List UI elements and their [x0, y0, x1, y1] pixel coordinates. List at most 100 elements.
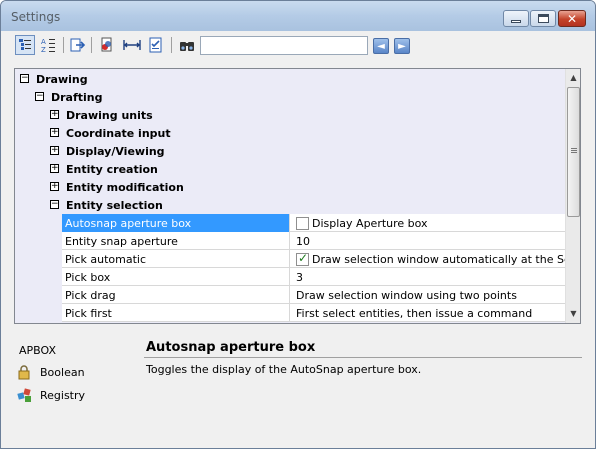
row-gutter	[15, 304, 62, 322]
variable-type-label: Boolean	[40, 365, 85, 379]
property-row-pick-box[interactable]: Pick box 3	[15, 268, 565, 286]
property-row-pick-automatic[interactable]: Pick automatic Draw selection window aut…	[15, 250, 565, 268]
expand-icon[interactable]: +	[50, 182, 59, 191]
row-gutter	[15, 268, 62, 286]
find-icon	[180, 42, 194, 51]
checklist-button[interactable]	[146, 35, 166, 55]
expand-icon[interactable]: +	[50, 128, 59, 137]
expand-icon[interactable]: +	[50, 164, 59, 173]
vertical-scrollbar[interactable]: ▲ ▼	[565, 69, 580, 323]
tree-group-entity-creation[interactable]: + Entity creation	[15, 160, 565, 178]
collapse-icon[interactable]: −	[20, 74, 29, 83]
tree-group-coordinate-input[interactable]: + Coordinate input	[15, 124, 565, 142]
next-result-button[interactable]: ►	[394, 38, 410, 54]
toolbar-separator	[63, 37, 64, 53]
close-icon: ✕	[566, 11, 578, 26]
categorized-view-button[interactable]	[15, 35, 35, 55]
row-gutter	[15, 232, 62, 250]
property-name[interactable]: Pick box	[62, 268, 290, 286]
maximize-icon	[537, 14, 549, 23]
tree-group-label: Entity creation	[66, 163, 158, 176]
window-title: Settings	[11, 10, 61, 24]
svg-text:Z: Z	[41, 46, 46, 53]
row-gutter	[15, 214, 62, 232]
search-input[interactable]	[200, 36, 368, 55]
tree-group-label: Drawing units	[66, 109, 153, 122]
expand-icon[interactable]: +	[50, 146, 59, 155]
svg-text:A: A	[41, 38, 46, 46]
color-icon	[101, 37, 112, 52]
tree-group-label: Entity modification	[66, 181, 184, 194]
color-button[interactable]	[97, 35, 117, 55]
arrow-right-icon: ►	[398, 40, 406, 52]
property-value[interactable]: First select entities, then issue a comm…	[291, 304, 565, 322]
row-gutter	[15, 286, 62, 304]
property-value-label: Draw selection window automatically at t…	[312, 253, 565, 266]
dimension-button[interactable]	[122, 35, 142, 55]
checkbox-checked-icon[interactable]	[296, 251, 309, 266]
scrollbar-thumb[interactable]	[567, 87, 580, 217]
expand-icon[interactable]: +	[50, 110, 59, 119]
collapse-icon[interactable]: −	[35, 92, 44, 101]
details-panel: APBOX Boolean Registry Autosnap aperture…	[1, 331, 595, 448]
property-value[interactable]: 3	[291, 268, 565, 286]
variable-type: Boolean	[17, 364, 85, 380]
variable-storage-label: Registry	[40, 388, 86, 402]
property-row-entity-snap-aperture[interactable]: Entity snap aperture 10	[15, 232, 565, 250]
property-row-pick-drag[interactable]: Pick drag Draw selection window using tw…	[15, 286, 565, 304]
export-button[interactable]	[68, 35, 88, 55]
collapse-icon[interactable]: −	[50, 200, 59, 209]
export-icon	[70, 38, 86, 52]
property-name[interactable]: Entity snap aperture	[62, 232, 290, 250]
minimize-button[interactable]	[503, 10, 529, 27]
property-name[interactable]: Autosnap aperture box	[62, 214, 290, 232]
property-value[interactable]: Draw selection window automatically at t…	[291, 250, 565, 268]
checklist-icon	[149, 37, 162, 53]
property-name[interactable]: Pick drag	[62, 286, 290, 304]
property-value-label: Display Aperture box	[312, 217, 428, 230]
alphabetical-view-icon: AZ	[41, 38, 55, 53]
maximize-button[interactable]	[530, 10, 556, 27]
property-name[interactable]: Pick first	[62, 304, 290, 322]
property-name[interactable]: Pick automatic	[62, 250, 290, 268]
title-bar[interactable]: Settings ✕	[1, 1, 595, 31]
tree-group-entity-selection[interactable]: − Entity selection	[15, 196, 565, 214]
grip-icon	[571, 148, 577, 153]
tree-group-label: Display/Viewing	[66, 145, 165, 158]
tree-group-drafting[interactable]: − Drafting	[15, 88, 565, 106]
scroll-down-icon[interactable]: ▼	[566, 306, 580, 322]
lock-icon	[17, 364, 33, 380]
close-button[interactable]: ✕	[558, 10, 586, 27]
property-row-pick-first[interactable]: Pick first First select entities, then i…	[15, 304, 565, 322]
tree-group-label: Coordinate input	[66, 127, 171, 140]
tree-group-display-viewing[interactable]: + Display/Viewing	[15, 142, 565, 160]
dimension-icon	[123, 40, 141, 50]
alphabetical-view-button[interactable]: AZ	[38, 35, 58, 55]
toolbar-separator	[171, 37, 172, 53]
minimize-icon	[511, 19, 521, 23]
description-text: Toggles the display of the AutoSnap aper…	[146, 363, 422, 376]
property-value[interactable]: 10	[291, 232, 565, 250]
settings-tree[interactable]: − Drawing − Drafting + Drawing units + C…	[14, 68, 581, 324]
tree-group-label: Entity selection	[66, 199, 163, 212]
settings-window: Settings ✕ AZ ◄ ► − Drawing − Drafting +…	[0, 0, 596, 449]
tree-content: − Drawing − Drafting + Drawing units + C…	[15, 69, 565, 323]
checkbox-icon[interactable]	[296, 217, 309, 230]
tree-group-label: Drafting	[51, 91, 103, 104]
divider	[144, 357, 582, 358]
find-button[interactable]	[177, 35, 197, 55]
tree-group-drawing-units[interactable]: + Drawing units	[15, 106, 565, 124]
property-value[interactable]: Display Aperture box	[291, 214, 565, 232]
variable-storage: Registry	[17, 387, 85, 403]
description-title: Autosnap aperture box	[146, 340, 316, 355]
toolbar-separator	[91, 37, 92, 53]
scroll-up-icon[interactable]: ▲	[566, 70, 580, 86]
tree-group-drawing[interactable]: − Drawing	[15, 70, 565, 88]
registry-icon	[17, 387, 33, 403]
tree-group-label: Drawing	[36, 73, 88, 86]
property-value[interactable]: Draw selection window using two points	[291, 286, 565, 304]
tree-group-entity-modification[interactable]: + Entity modification	[15, 178, 565, 196]
previous-result-button[interactable]: ◄	[373, 38, 389, 54]
property-row-autosnap-aperture-box[interactable]: Autosnap aperture box Display Aperture b…	[15, 214, 565, 232]
categorized-view-icon	[19, 39, 31, 50]
